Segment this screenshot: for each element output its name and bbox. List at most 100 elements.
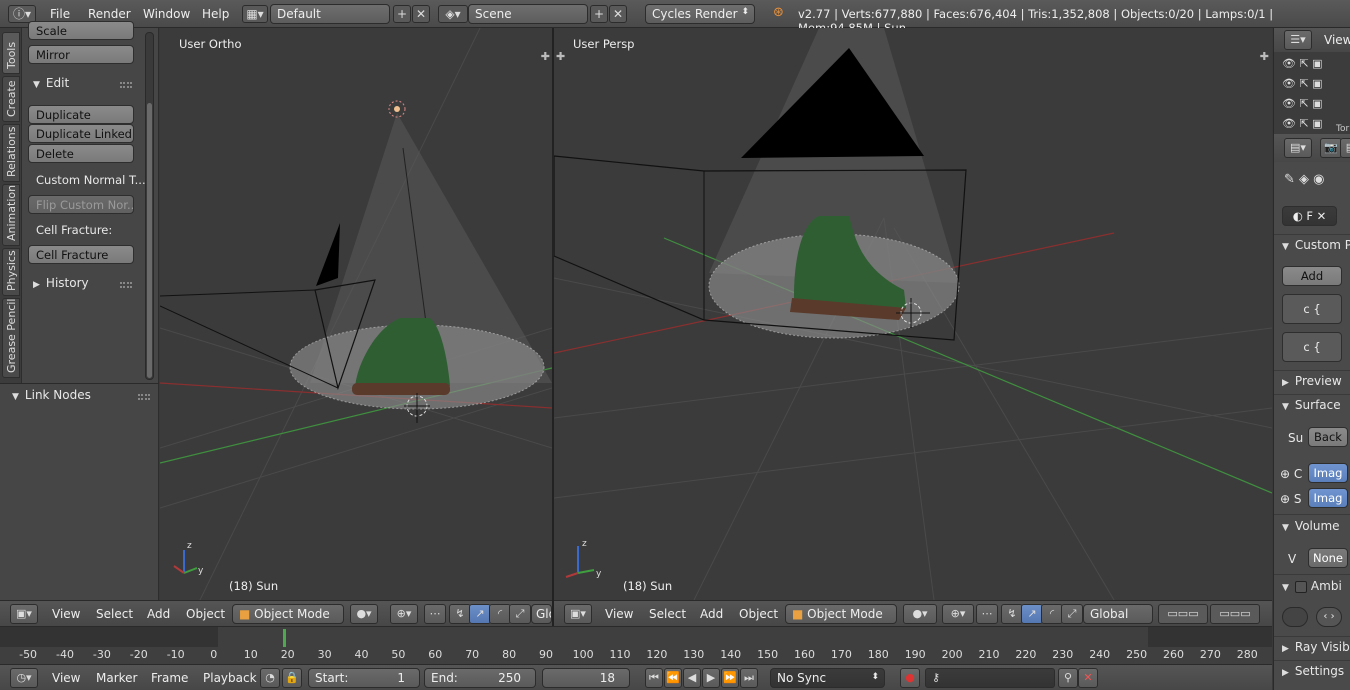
layers-icon[interactable]: ⋯ [424, 604, 446, 624]
menu-marker[interactable]: Marker [96, 671, 137, 685]
tab-grease-pencil[interactable]: Grease Pencil [2, 298, 20, 378]
outliner-view-menu[interactable]: View [1324, 33, 1350, 47]
scale-icon[interactable]: ⤢ [1061, 604, 1083, 624]
layer-grid-2[interactable]: ▭▭▭ [1210, 604, 1260, 624]
orientation-select[interactable]: Global [1083, 604, 1153, 624]
delete-keyframe-icon[interactable]: ✕ [1078, 668, 1098, 688]
editor-type-properties-icon[interactable]: ▤▾ [1284, 138, 1312, 158]
preview-panel-header[interactable]: ▶ Preview [1282, 374, 1342, 388]
history-panel-header[interactable]: ▶ History [33, 276, 89, 290]
visibility-eye-icon[interactable]: 👁 ⇱ ▣ [1282, 114, 1323, 134]
menu-object[interactable]: Object [186, 607, 225, 621]
render-tab-icon[interactable]: 📷 [1320, 138, 1342, 158]
menu-add[interactable]: Add [700, 607, 723, 621]
start-frame-field[interactable]: Start: 1 [308, 668, 420, 688]
play-reverse-icon[interactable]: ◀ [683, 668, 701, 688]
ray-visibility-panel-header[interactable]: ▶ Ray Visib [1282, 640, 1350, 654]
color-image-button[interactable]: Imag [1308, 463, 1348, 483]
shelf-scrollbar[interactable] [145, 32, 154, 380]
viewport-divider[interactable] [552, 28, 554, 626]
menu-window[interactable]: Window [143, 7, 190, 21]
volume-panel-header[interactable]: ▼ Volume [1282, 519, 1340, 533]
translate-icon[interactable]: ↗ [1021, 604, 1043, 624]
tab-relations[interactable]: Relations [2, 124, 20, 182]
layer-grid-1[interactable]: ▭▭▭ [1158, 604, 1208, 624]
insert-keyframe-icon[interactable]: ⚲ [1058, 668, 1078, 688]
prev-keyframe-icon[interactable]: ⏪ [664, 668, 682, 688]
settings-panel-header[interactable]: ▶ Settings [1282, 664, 1344, 678]
scale-button[interactable]: Scale [28, 21, 134, 40]
rotate-icon[interactable]: ◜ [1041, 604, 1063, 624]
duplicate-linked-button[interactable]: Duplicate Linked [28, 124, 134, 143]
editor-type-outliner-icon[interactable]: ☰▾ [1284, 30, 1312, 50]
tab-tools[interactable]: Tools [2, 32, 20, 74]
remove-screen-icon[interactable]: ✕ [412, 5, 430, 23]
link-nodes-panel-header[interactable]: ▼ Link Nodes [12, 388, 91, 402]
mode-select[interactable]: ■ Object Mode [785, 604, 897, 624]
menu-view[interactable]: View [52, 671, 80, 685]
end-frame-field[interactable]: End: 250 [424, 668, 536, 688]
viewport-right[interactable]: zy User Persp (18) Sun ✚ ✚ [554, 28, 1272, 600]
play-icon[interactable]: ▶ [702, 668, 720, 688]
shelf-scrollbar-thumb[interactable] [147, 103, 152, 378]
close-icon[interactable]: ✕ [1313, 209, 1327, 223]
menu-render[interactable]: Render [88, 7, 131, 21]
custom-prop-row[interactable]: c { [1282, 332, 1342, 362]
outliner[interactable]: ☰▾ View 👁 ⇱ ▣ 👁 ⇱ ▣ 👁 ⇱ ▣ 👁 ⇱ ▣ Tor [1273, 28, 1350, 134]
visibility-eye-icon[interactable]: 👁 ⇱ ▣ [1282, 54, 1323, 74]
editor-type-timeline-icon[interactable]: ◷▾ [10, 668, 38, 688]
mirror-button[interactable]: Mirror [28, 45, 134, 64]
ambient-factor-field[interactable]: ‹ › [1316, 607, 1342, 627]
keying-set-field[interactable]: ⚷ [925, 668, 1055, 688]
menu-frame[interactable]: Frame [151, 671, 188, 685]
lock-icon[interactable]: 🔒 [282, 668, 302, 688]
render-engine-select[interactable]: Cycles Render ⬍ [645, 4, 755, 24]
drag-grip-icon[interactable] [138, 394, 150, 400]
surface-panel-header[interactable]: ▼ Surface [1282, 398, 1341, 412]
viewport-split-icon[interactable]: ✚ [556, 50, 565, 63]
clock-icon[interactable]: ◔ [260, 668, 280, 688]
viewport-split-icon[interactable]: ✚ [1260, 50, 1269, 63]
layers-tab-icon[interactable]: ▤ [1340, 138, 1350, 158]
pivot-icon[interactable]: ⊕▾ [390, 604, 418, 624]
ambient-checkbox[interactable] [1294, 580, 1307, 593]
timeline-area[interactable]: -50 -40 -30 -20 -10 0 10 20 30 40 50 60 70 80 90 100 110… [0, 626, 1272, 664]
add-property-button[interactable]: Add [1282, 266, 1342, 286]
next-keyframe-icon[interactable]: ⏩ [721, 668, 739, 688]
shading-icon[interactable]: ●▾ [903, 604, 937, 624]
jump-end-icon[interactable]: ⏭ [740, 668, 758, 688]
screen-layout-icon[interactable]: ▦▾ [242, 5, 268, 23]
sync-select[interactable]: No Sync ⬍ [770, 668, 885, 688]
surface-value-button[interactable]: Back [1308, 427, 1348, 447]
cell-fracture-button[interactable]: Cell Fracture [28, 245, 134, 264]
tab-physics[interactable]: Physics [2, 248, 20, 296]
drag-grip-icon[interactable] [120, 82, 132, 88]
delete-button[interactable]: Delete [28, 144, 134, 163]
translate-icon[interactable]: ↗ [469, 604, 491, 624]
current-frame-field[interactable]: 18 [542, 668, 630, 688]
ambient-color-swatch[interactable] [1282, 607, 1308, 627]
flip-custom-normal-button[interactable]: Flip Custom Nor... [28, 195, 134, 214]
texture-data-field[interactable]: ◐ F ✕ [1282, 206, 1337, 226]
rotate-icon[interactable]: ◜ [489, 604, 511, 624]
menu-object[interactable]: Object [739, 607, 778, 621]
shading-icon[interactable]: ●▾ [350, 604, 378, 624]
add-screen-icon[interactable]: + [393, 5, 411, 23]
jump-start-icon[interactable]: ⏮ [645, 668, 663, 688]
custom-prop-row[interactable]: c { [1282, 294, 1342, 324]
menu-add[interactable]: Add [147, 607, 170, 621]
current-frame-marker[interactable] [283, 629, 286, 647]
manipulator-icon[interactable]: ↯ [1001, 604, 1023, 624]
menu-playback[interactable]: Playback [203, 671, 257, 685]
viewport-left[interactable]: zy User Ortho (18) Sun ✚ [160, 28, 552, 600]
screen-layout-field[interactable]: Default [270, 4, 390, 24]
strength-image-button[interactable]: Imag [1308, 488, 1348, 508]
socket-icon[interactable]: ⊕ [1280, 467, 1294, 481]
menu-select[interactable]: Select [96, 607, 133, 621]
add-scene-icon[interactable]: + [590, 5, 608, 23]
properties-context-icons[interactable]: ✎ ◈ ◉ [1284, 172, 1325, 187]
remove-scene-icon[interactable]: ✕ [609, 5, 627, 23]
viewport-split-icon[interactable]: ✚ [541, 50, 550, 63]
ambient-panel-header[interactable]: ▼ Ambi [1282, 579, 1342, 593]
socket-icon[interactable]: ⊕ [1280, 492, 1294, 506]
